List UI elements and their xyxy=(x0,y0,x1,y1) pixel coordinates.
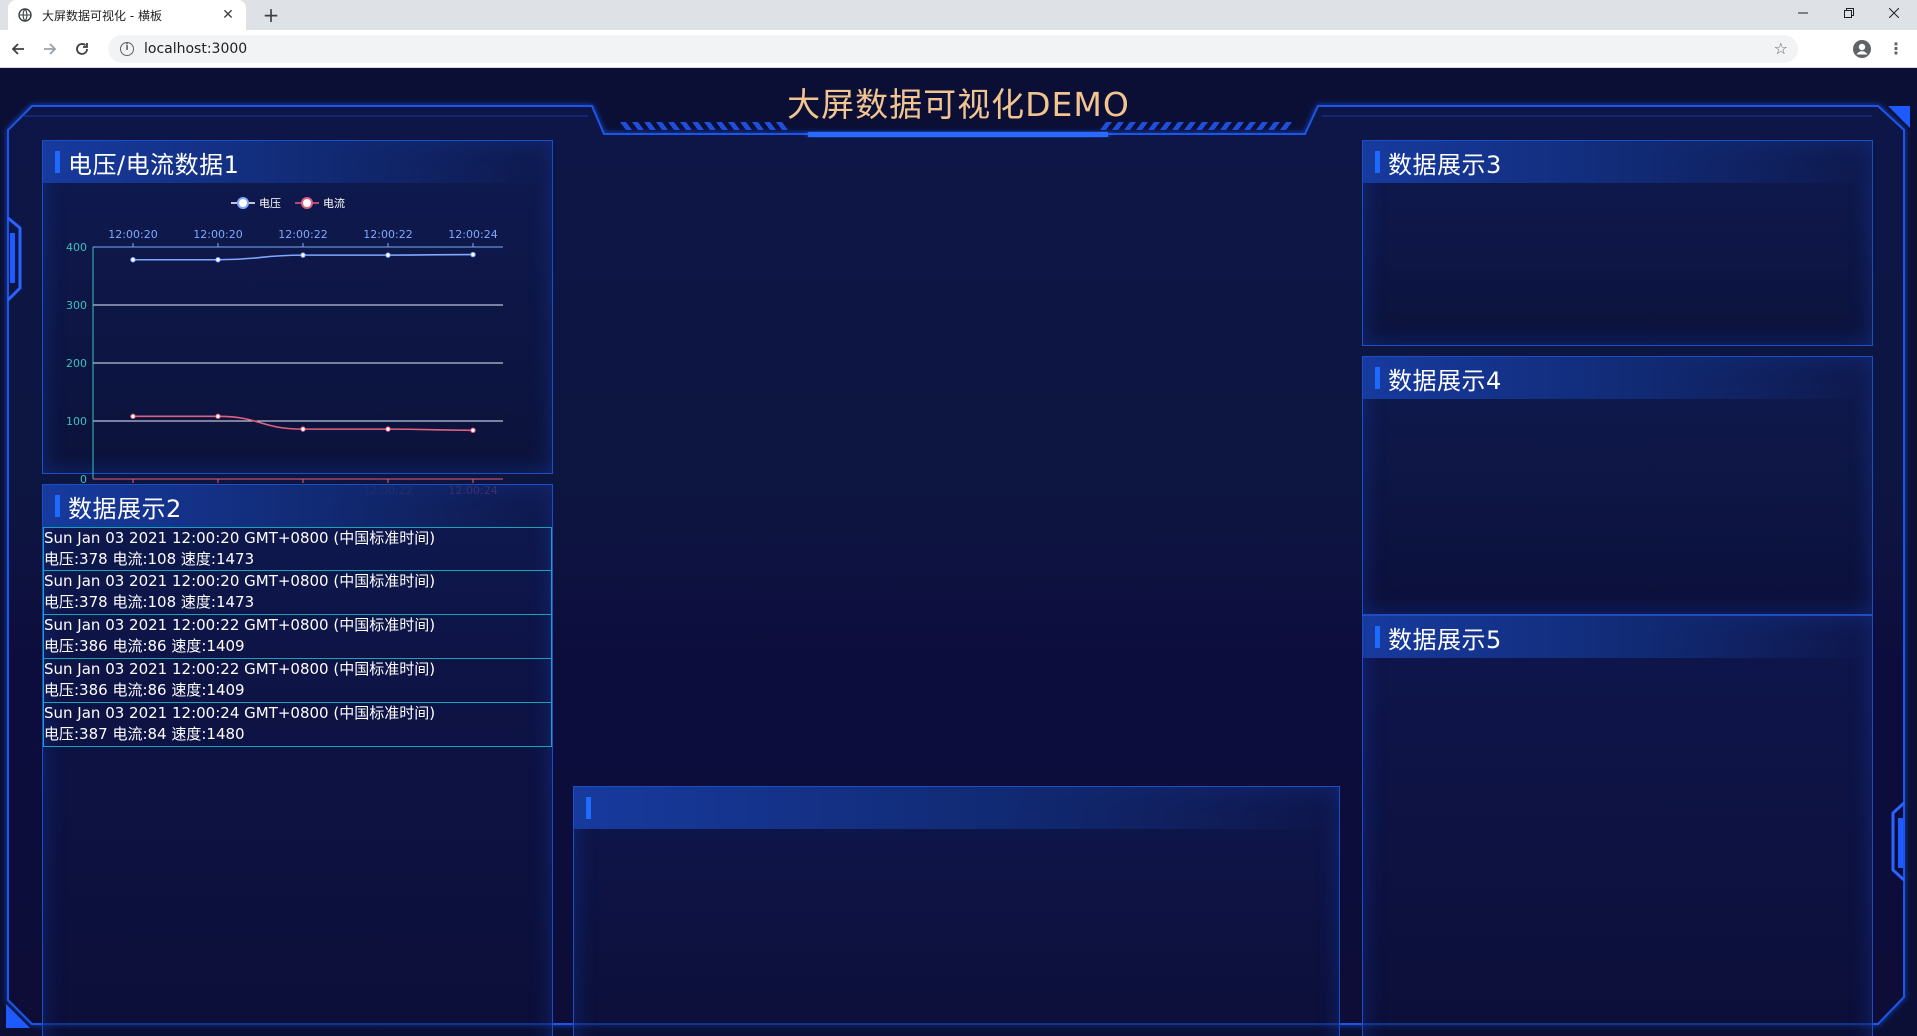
log-values: 电压:378 电流:108 速度:1473 xyxy=(44,593,255,611)
y-tick-label: 100 xyxy=(66,415,87,428)
header-accent xyxy=(1375,151,1380,173)
panel-data-3: 数据展示3 xyxy=(1362,140,1873,346)
log-values: 电压:387 电流:84 速度:1480 xyxy=(44,725,245,743)
header-accent xyxy=(1375,626,1380,648)
header-accent xyxy=(55,495,60,517)
back-button[interactable] xyxy=(6,37,30,61)
data-point xyxy=(470,251,476,258)
dashboard: 大屏数据可视化DEMO 电压/电流数据1 电压 电流 0 100 200 300 400 12… xyxy=(0,68,1917,1036)
data-point xyxy=(385,426,391,432)
x-tick-label-top: 12:00:20 xyxy=(193,228,242,241)
reload-button[interactable] xyxy=(70,37,94,61)
panel-header: 电压/电流数据1 xyxy=(43,141,552,183)
restore-button[interactable] xyxy=(1826,0,1872,26)
legend-marker xyxy=(301,197,313,209)
legend-marker xyxy=(237,197,249,209)
address-bar[interactable]: i localhost:3000 ☆ xyxy=(108,35,1798,63)
panel-header: 数据展示2 xyxy=(43,485,552,527)
panel-title: 电压/电流数据1 xyxy=(68,150,240,179)
panel-center-bottom xyxy=(573,786,1340,1036)
data-point xyxy=(300,252,306,258)
x-tick-label-top: 12:00:22 xyxy=(363,228,412,241)
panel-voltage-current: 电压/电流数据1 电压 电流 0 100 200 300 400 12:00:20 12:00:… xyxy=(42,140,553,497)
panel-title: 数据展示5 xyxy=(1388,625,1502,654)
data-point xyxy=(470,427,476,433)
data-point xyxy=(130,257,136,263)
restore-icon xyxy=(1844,8,1854,18)
browser-tab[interactable]: 大屏数据可视化 - 横板 ✕ xyxy=(8,0,246,30)
globe-icon xyxy=(18,8,32,22)
list-item: Sun Jan 03 2021 12:00:22 GMT+0800 (中国标准时… xyxy=(43,659,552,703)
list-item: Sun Jan 03 2021 12:00:20 GMT+0800 (中国标准时… xyxy=(43,571,552,615)
log-values: 电压:386 电流:86 速度:1409 xyxy=(44,681,245,699)
data-point xyxy=(300,426,306,432)
x-tick-label-top: 12:00:24 xyxy=(448,228,497,241)
header-accent xyxy=(55,151,60,173)
x-tick-label-top: 12:00:20 xyxy=(108,228,157,241)
info-icon[interactable]: i xyxy=(120,42,134,56)
page-title: 大屏数据可视化DEMO xyxy=(787,85,1130,124)
data-point xyxy=(130,413,136,420)
panel-data-5: 数据展示5 xyxy=(1362,615,1873,1036)
panel-header xyxy=(574,787,1339,829)
header-accent xyxy=(586,797,591,819)
log-values: 电压:386 电流:86 速度:1409 xyxy=(44,637,245,655)
data-point xyxy=(215,257,221,263)
panel-header: 数据展示3 xyxy=(1363,141,1872,183)
arrow-left-icon xyxy=(11,43,24,55)
list-item: Sun Jan 03 2021 12:00:24 GMT+0800 (中国标准时… xyxy=(43,703,552,747)
x-tick-label-top: 12:00:22 xyxy=(278,228,327,241)
log-list: Sun Jan 03 2021 12:00:20 GMT+0800 (中国标准时… xyxy=(43,527,552,747)
panel-header: 数据展示4 xyxy=(1363,357,1872,399)
panel-title: 数据展示2 xyxy=(68,494,182,523)
y-tick-label: 200 xyxy=(66,357,87,370)
forward-button[interactable] xyxy=(38,37,62,61)
header-accent xyxy=(1375,367,1380,389)
minimize-button[interactable] xyxy=(1780,0,1826,26)
panel-data-log: 数据展示2 Sun Jan 03 2021 12:00:20 GMT+0800 … xyxy=(42,484,553,1036)
log-values: 电压:378 电流:108 速度:1473 xyxy=(44,550,255,568)
legend-label: 电流 xyxy=(323,196,345,210)
voltage-current-chart: 电压 电流010020030040012:00:20 12:00:20 12:00:2… xyxy=(66,196,503,497)
data-point xyxy=(215,413,221,420)
panel-title: 数据展示4 xyxy=(1388,366,1502,395)
panel-header: 数据展示5 xyxy=(1363,616,1872,658)
reload-icon xyxy=(76,43,88,55)
data-point xyxy=(385,252,391,258)
star-icon[interactable]: ☆ xyxy=(1774,39,1788,58)
minimize-icon xyxy=(1798,12,1808,14)
log-time: Sun Jan 03 2021 12:00:22 GMT+0800 (中国标准时… xyxy=(44,616,436,634)
tab-close-icon[interactable]: ✕ xyxy=(220,7,236,23)
y-tick-label: 400 xyxy=(66,241,87,254)
log-time: Sun Jan 03 2021 12:00:20 GMT+0800 (中国标准时… xyxy=(44,529,436,547)
log-time: Sun Jan 03 2021 12:00:20 GMT+0800 (中国标准时… xyxy=(44,572,436,590)
list-item: Sun Jan 03 2021 12:00:22 GMT+0800 (中国标准时… xyxy=(43,615,552,659)
menu-kebab-icon[interactable]: ⋮ xyxy=(1888,38,1904,60)
url-text: localhost:3000 xyxy=(144,41,248,57)
panel-data-4: 数据展示4 xyxy=(1362,356,1873,615)
new-tab-button[interactable]: + xyxy=(258,2,284,28)
legend-label: 电压 xyxy=(259,197,281,210)
close-window-button[interactable] xyxy=(1871,0,1917,26)
log-time: Sun Jan 03 2021 12:00:22 GMT+0800 (中国标准时… xyxy=(44,660,436,678)
profile-icon[interactable] xyxy=(1852,39,1872,59)
close-icon xyxy=(1889,8,1899,18)
arrow-right-icon xyxy=(44,43,57,55)
tab-title: 大屏数据可视化 - 横板 xyxy=(42,8,162,23)
list-item: Sun Jan 03 2021 12:00:20 GMT+0800 (中国标准时… xyxy=(43,527,552,571)
log-time: Sun Jan 03 2021 12:00:24 GMT+0800 (中国标准时… xyxy=(44,704,436,722)
panel-title: 数据展示3 xyxy=(1388,150,1502,179)
browser-tabstrip: 大屏数据可视化 - 横板 ✕ + xyxy=(0,0,1917,30)
browser-toolbar: i localhost:3000 ☆ xyxy=(0,30,1917,68)
y-tick-label: 300 xyxy=(66,299,87,312)
